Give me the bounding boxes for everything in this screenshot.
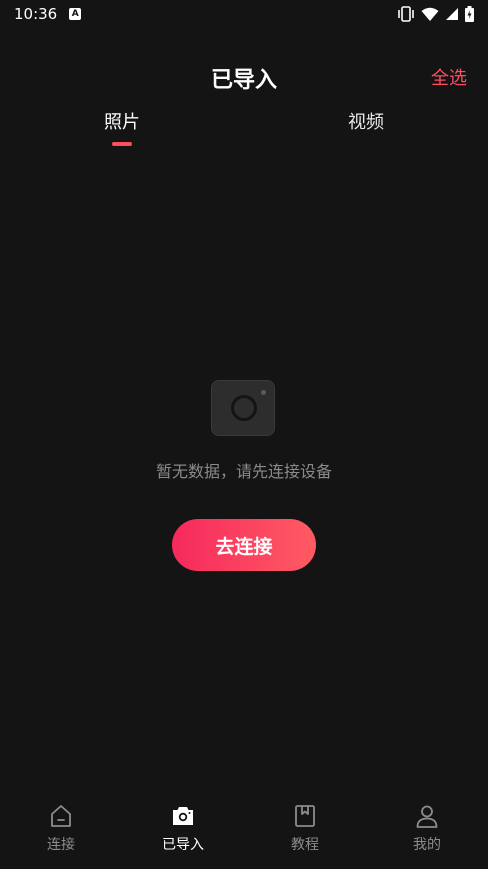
signal-icon [446, 8, 458, 20]
vibrate-icon [398, 6, 414, 22]
page-title: 已导入 [210, 68, 277, 93]
camera-lens [231, 395, 257, 421]
select-all-button[interactable]: 全选 [431, 64, 467, 90]
connect-button[interactable]: 去连接 [172, 519, 316, 571]
user-icon [416, 805, 438, 828]
nav-item-mine[interactable]: 我的 [366, 803, 488, 863]
nav-item-connect[interactable]: 连接 [0, 803, 122, 863]
battery-icon [465, 6, 474, 22]
nav-item-tutorial[interactable]: 教程 [244, 803, 366, 863]
tab-photos[interactable]: 照片 [62, 108, 182, 134]
status-left: 10:36 A [14, 5, 82, 23]
home-icon [51, 805, 71, 827]
status-icons [397, 6, 474, 22]
bottom-nav: 连接 已导入 教程 我的 [0, 795, 488, 869]
active-tab-indicator [112, 142, 132, 146]
bookmark-icon [295, 805, 315, 827]
nav-item-imported[interactable]: 已导入 [122, 803, 244, 863]
empty-state-message: 暂无数据，请先连接设备 [155, 462, 332, 481]
nav-label-connect: 连接 [47, 837, 75, 853]
wifi-icon [421, 7, 439, 21]
media-tabs: 照片 视频 [0, 108, 488, 152]
camera-flash-dot [261, 390, 266, 395]
notification-badge: A [69, 8, 82, 20]
nav-label-mine: 我的 [413, 837, 441, 853]
status-bar: 10:36 A [0, 0, 488, 28]
tab-videos[interactable]: 视频 [306, 108, 426, 134]
nav-label-tutorial: 教程 [291, 837, 319, 853]
camera-icon [173, 807, 193, 825]
nav-label-imported: 已导入 [162, 837, 204, 853]
header: 已导入 全选 [0, 56, 488, 96]
camera-icon [211, 380, 275, 436]
status-time: 10:36 [14, 5, 58, 23]
